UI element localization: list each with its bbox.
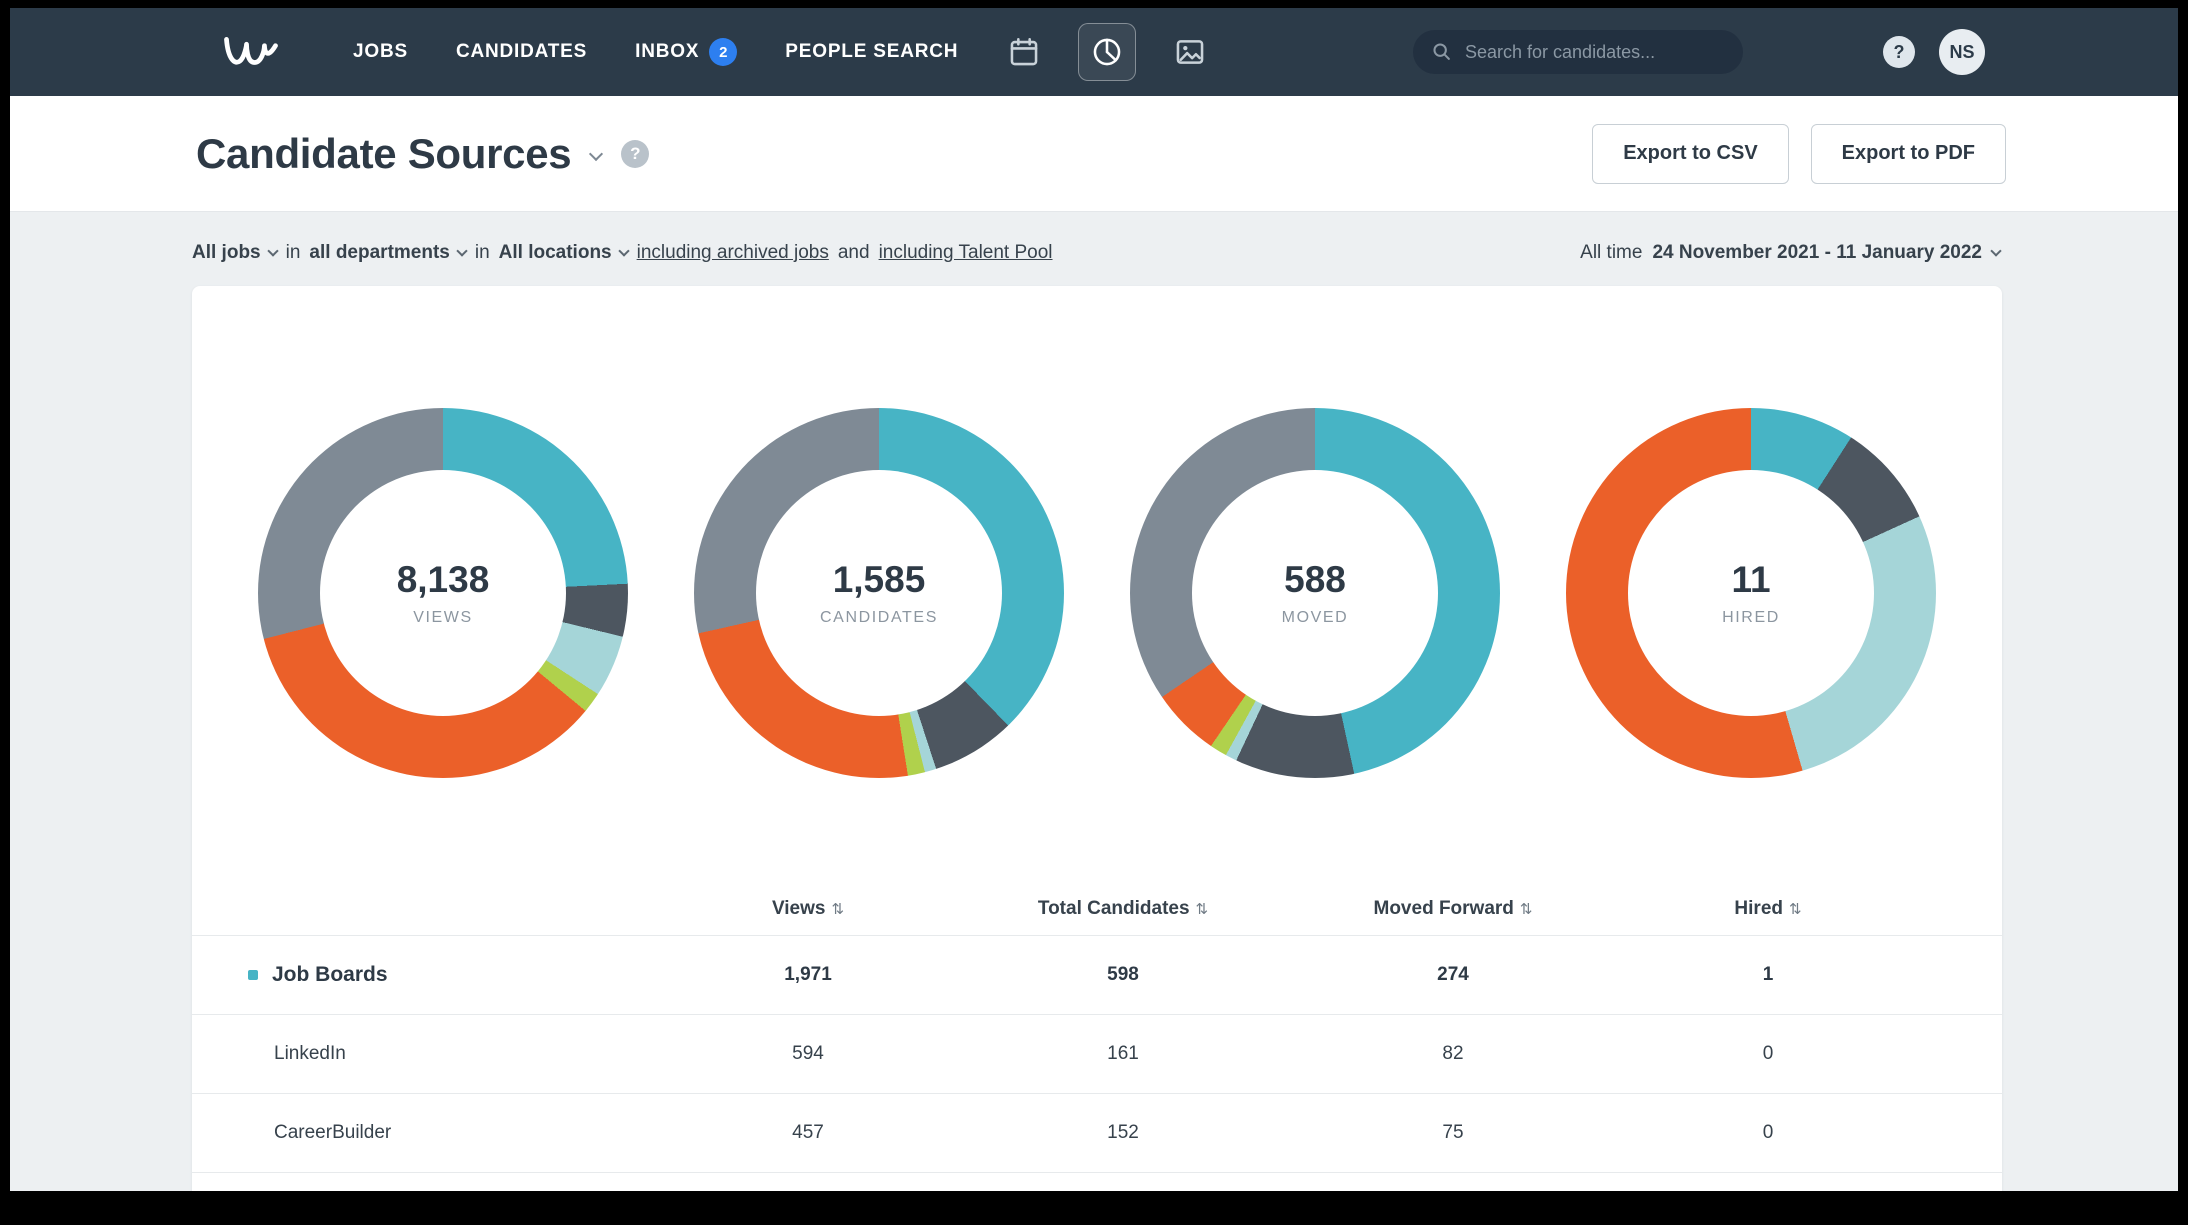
workable-logo-icon (223, 32, 279, 72)
chevron-down-icon (267, 245, 278, 256)
nav-inbox-label: INBOX (635, 41, 699, 63)
total-candidates-column-header[interactable]: Total Candidates ⇅ (958, 898, 1288, 920)
moved-label: MOVED (1282, 609, 1349, 627)
nav-links: JOBS CANDIDATES INBOX 2 PEOPLE SEARCH (353, 38, 958, 66)
jobs-filter-label: All jobs (192, 242, 261, 264)
locations-filter[interactable]: All locations (499, 242, 628, 264)
app-window: JOBS CANDIDATES INBOX 2 PEOPLE SEARCH (10, 8, 2178, 1191)
job-boards-legend-swatch (248, 970, 258, 980)
help-icon[interactable]: ? (1883, 36, 1915, 68)
departments-filter-label: all departments (309, 242, 449, 264)
media-report-icon[interactable] (1170, 32, 1210, 72)
filter-conjunction: in (286, 242, 301, 264)
nav-jobs[interactable]: JOBS (353, 41, 408, 63)
moved-value: 82 (1288, 1043, 1618, 1065)
title-chevron-down-icon[interactable] (589, 146, 603, 160)
sort-icon: ⇅ (1520, 901, 1533, 918)
date-range-prefix: All time (1580, 242, 1642, 264)
views-value: 594 (658, 1043, 958, 1065)
title-help-icon[interactable]: ? (621, 140, 649, 168)
moved-value: 274 (1288, 964, 1618, 986)
moved-forward-header-label: Moved Forward (1374, 898, 1514, 919)
candidates-value: 598 (958, 964, 1288, 986)
filter-conjunction: and (838, 242, 870, 264)
table-row-careerbuilder: CareerBuilder 457 152 75 0 (192, 1094, 2002, 1173)
report-card: 8,138 VIEWS 1,585 CANDIDATES 588 MOVED 1… (192, 286, 2002, 1191)
departments-filter[interactable]: all departments (309, 242, 465, 264)
calendar-icon[interactable] (1004, 32, 1044, 72)
candidates-total: 1,585 (833, 559, 926, 601)
avatar[interactable]: NS (1939, 29, 1985, 75)
filter-conjunction: in (475, 242, 490, 264)
workable-logo[interactable] (223, 32, 279, 72)
moved-value: 75 (1288, 1122, 1618, 1144)
jobs-filter[interactable]: All jobs (192, 242, 277, 264)
source-name: LinkedIn (274, 1043, 346, 1065)
sort-icon: ⇅ (831, 901, 844, 918)
chevron-down-icon (618, 245, 629, 256)
hired-value: 0 (1618, 1043, 1918, 1065)
sources-table: Views⇅ Total Candidates⇅ Moved Forward⇅ … (192, 882, 2002, 1191)
chevron-down-icon (1990, 245, 2001, 256)
nav-inbox[interactable]: INBOX 2 (635, 38, 737, 66)
donut-moved: 588 MOVED (1130, 408, 1500, 778)
candidates-value: 161 (958, 1043, 1288, 1065)
nav-people-search[interactable]: PEOPLE SEARCH (785, 41, 958, 63)
views-total: 8,138 (397, 559, 490, 601)
nav-icon-group (1004, 23, 1210, 81)
candidates-label: CANDIDATES (820, 609, 938, 627)
moved-total: 588 (1284, 559, 1346, 601)
hired-total: 11 (1731, 559, 1770, 601)
locations-filter-label: All locations (499, 242, 612, 264)
top-nav: JOBS CANDIDATES INBOX 2 PEOPLE SEARCH (10, 8, 2178, 96)
search-input[interactable] (1465, 42, 1725, 63)
source-name: CareerBuilder (274, 1122, 391, 1144)
donut-hired: 11 HIRED (1566, 408, 1936, 778)
hired-column-header[interactable]: Hired ⇅ (1618, 898, 1918, 920)
filter-bar: All jobs in all departments in All locat… (10, 212, 2178, 264)
views-column-header[interactable]: Views ⇅ (658, 898, 958, 920)
export-csv-button[interactable]: Export to CSV (1592, 124, 1788, 184)
search-box (1413, 30, 1743, 74)
hired-value: 1 (1618, 964, 1918, 986)
page-header: Candidate Sources ? Export to CSV Export… (10, 96, 2178, 212)
archived-jobs-link[interactable]: including archived jobs (637, 242, 829, 264)
candidates-value: 152 (958, 1122, 1288, 1144)
reports-pie-icon[interactable] (1078, 23, 1136, 81)
nav-candidates[interactable]: CANDIDATES (456, 41, 587, 63)
views-label: VIEWS (413, 609, 473, 627)
page-title: Candidate Sources (196, 130, 571, 178)
total-candidates-header-label: Total Candidates (1038, 898, 1190, 919)
search-icon (1431, 41, 1453, 63)
date-range-value: 24 November 2021 - 11 January 2022 (1652, 242, 1982, 264)
sort-icon: ⇅ (1196, 901, 1209, 918)
views-value: 457 (658, 1122, 958, 1144)
table-row-job-boards[interactable]: Job Boards 1,971 598 274 1 (192, 936, 2002, 1015)
moved-forward-column-header[interactable]: Moved Forward ⇅ (1288, 898, 1618, 920)
inbox-count-badge: 2 (709, 38, 737, 66)
views-header-label: Views (772, 898, 826, 919)
hired-value: 0 (1618, 1122, 1918, 1144)
talent-pool-link[interactable]: including Talent Pool (879, 242, 1053, 264)
hired-header-label: Hired (1734, 898, 1783, 919)
chevron-down-icon (456, 245, 467, 256)
views-value: 1,971 (658, 964, 958, 986)
donut-candidates: 1,585 CANDIDATES (694, 408, 1064, 778)
sort-icon: ⇅ (1789, 901, 1802, 918)
date-range-filter[interactable]: All time 24 November 2021 - 11 January 2… (1580, 242, 2000, 264)
table-header-row: Views⇅ Total Candidates⇅ Moved Forward⇅ … (192, 882, 2002, 936)
donut-chart-row: 8,138 VIEWS 1,585 CANDIDATES 588 MOVED 1… (192, 408, 2002, 778)
donut-views: 8,138 VIEWS (258, 408, 628, 778)
source-name: Job Boards (272, 963, 388, 987)
table-row-indeed: Indeed 433 145 73 0 (192, 1173, 2002, 1191)
table-row-linkedin: LinkedIn 594 161 82 0 (192, 1015, 2002, 1094)
hired-label: HIRED (1722, 609, 1780, 627)
export-pdf-button[interactable]: Export to PDF (1811, 124, 2006, 184)
